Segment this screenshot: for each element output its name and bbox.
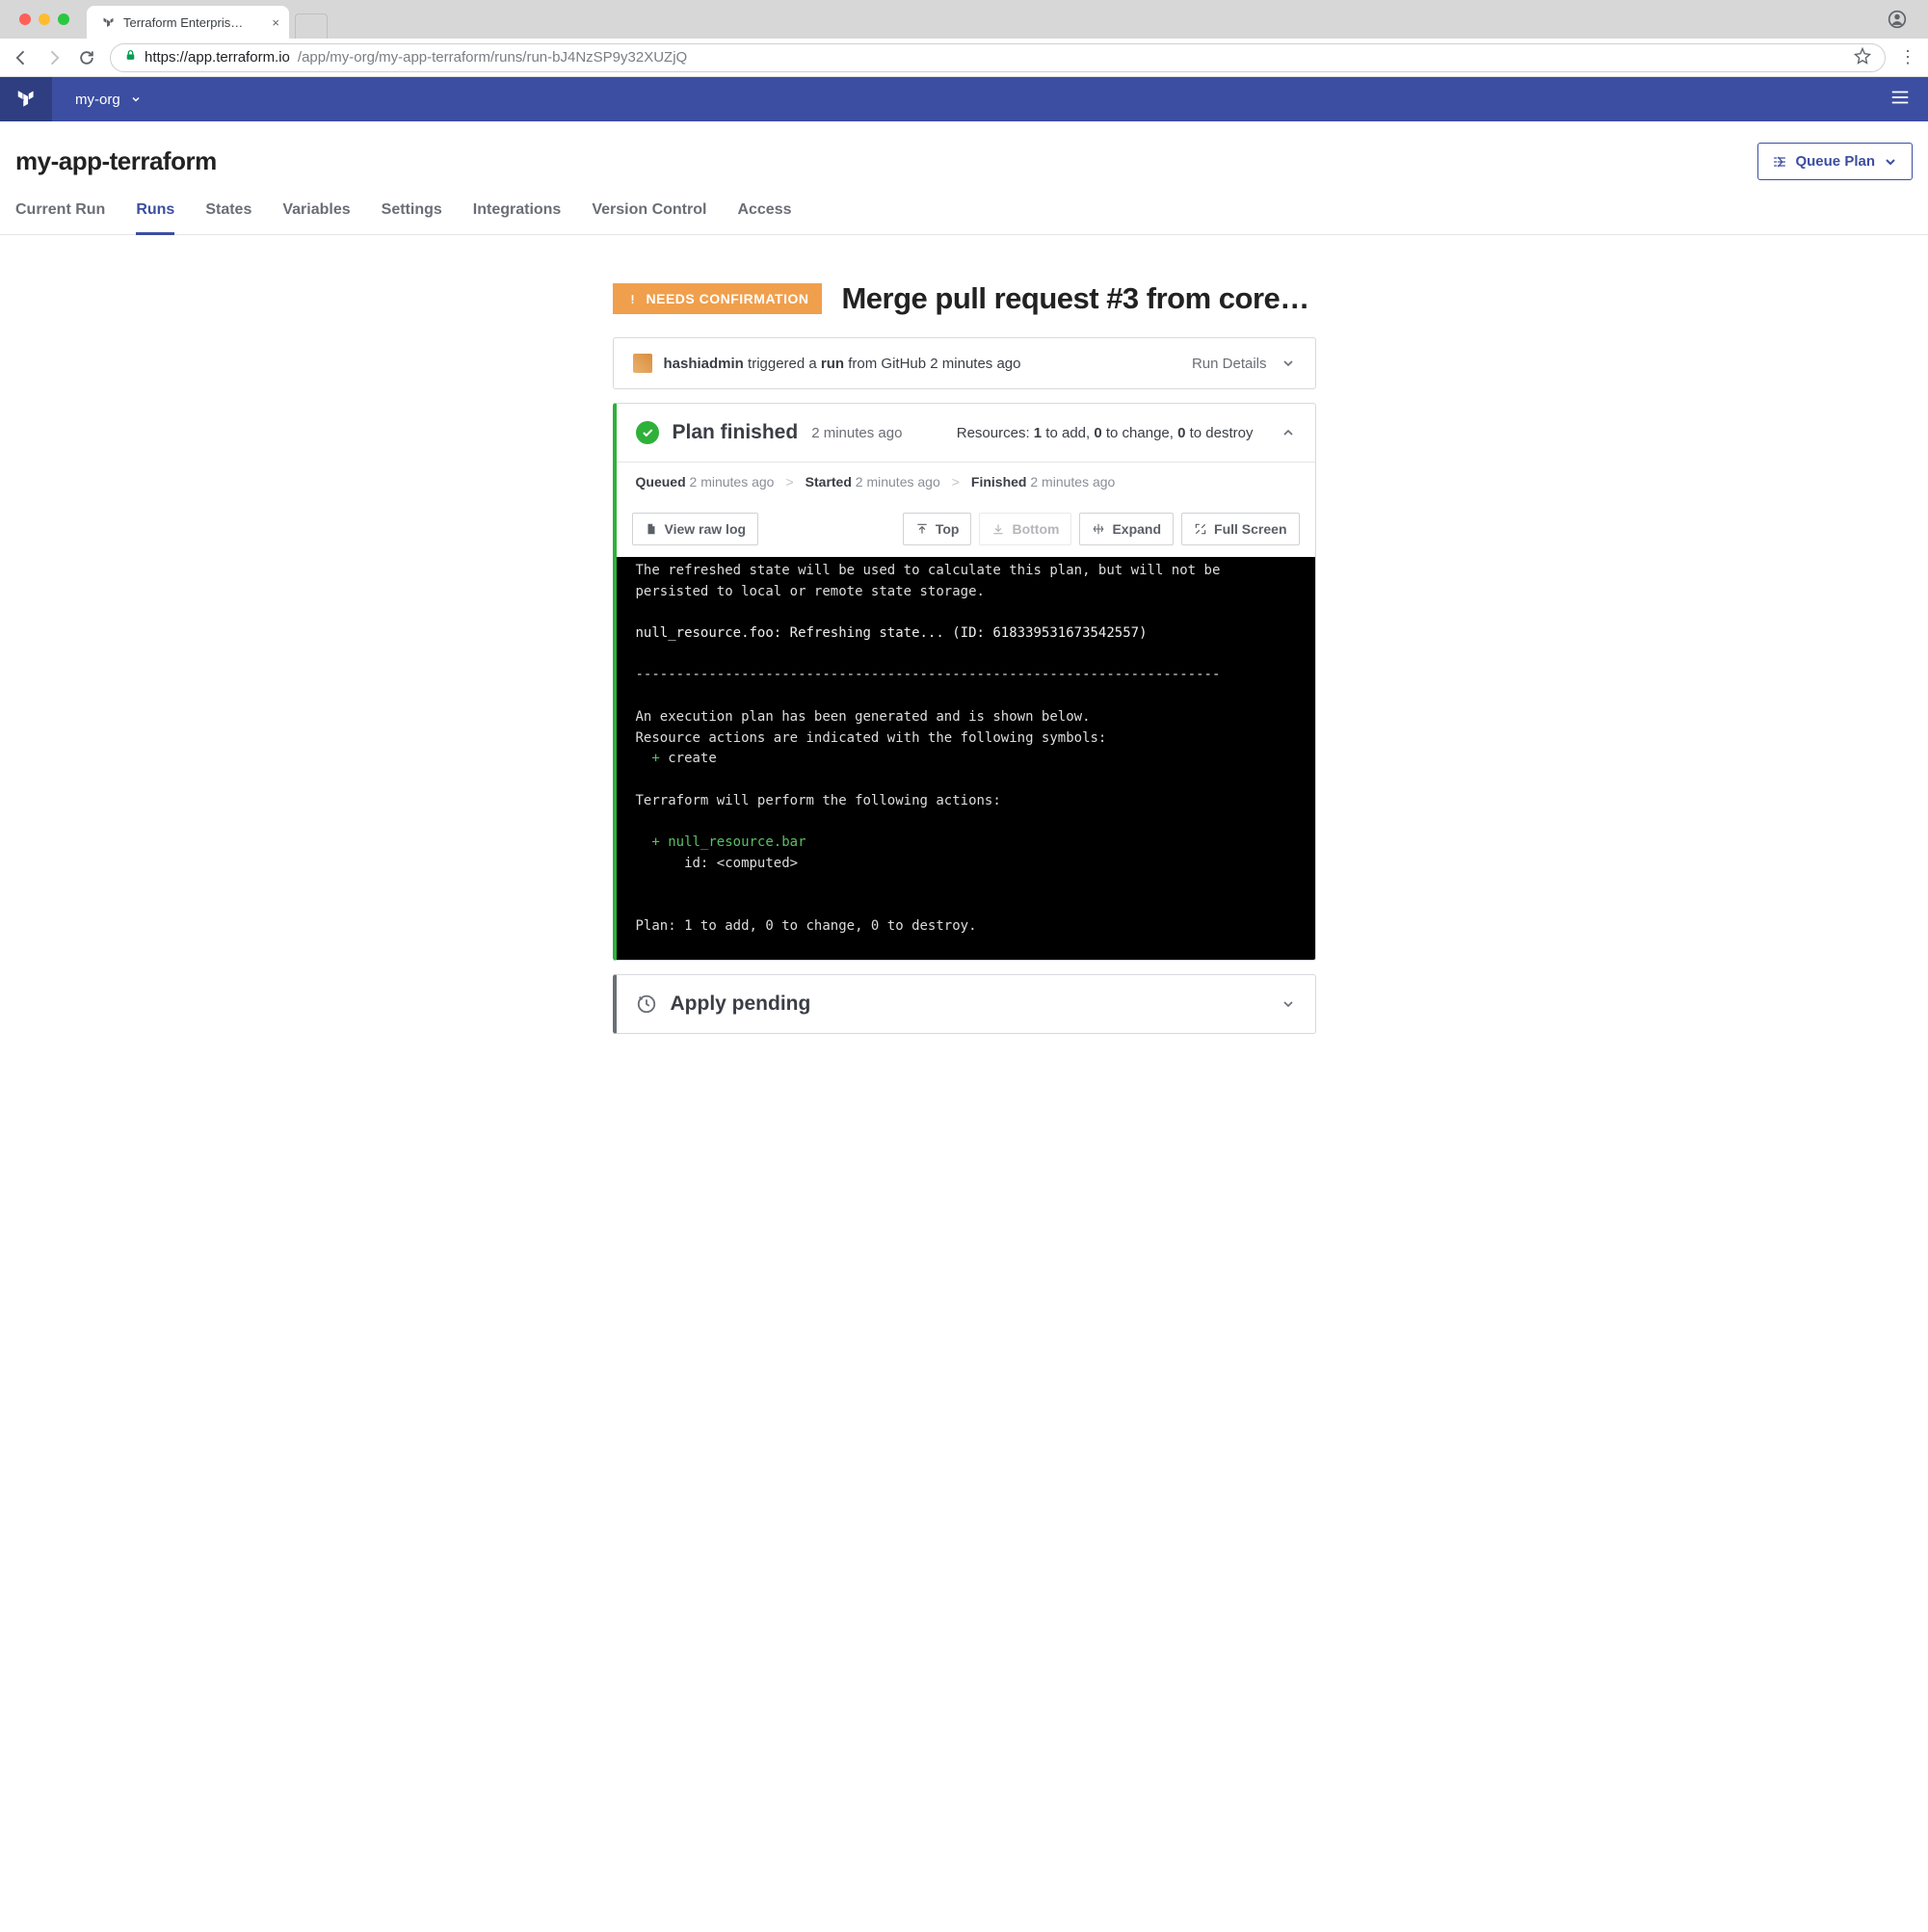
scroll-top-button[interactable]: Top <box>903 513 972 545</box>
plan-timeline: Queued 2 minutes ago > Started 2 minutes… <box>617 462 1315 501</box>
status-badge-label: NEEDS CONFIRMATION <box>647 291 809 306</box>
browser-tab-title: Terraform Enterprise | r <box>123 15 249 30</box>
file-icon <box>645 522 658 536</box>
org-switcher[interactable]: my-org <box>52 92 165 108</box>
run-header: NEEDS CONFIRMATION Merge pull request #3… <box>613 281 1316 316</box>
chevron-up-icon <box>1281 425 1296 440</box>
terminal-output: The refreshed state will be used to calc… <box>617 557 1315 960</box>
minimize-window-icon[interactable] <box>39 13 50 25</box>
apply-title: Apply pending <box>671 992 811 1016</box>
workspace-tabs: Current Run Runs States Variables Settin… <box>0 180 1928 235</box>
address-bar[interactable]: https://app.terraform.io/app/my-org/my-a… <box>110 43 1886 72</box>
browser-tab-bar: Terraform Enterprise | r × <box>0 0 1928 39</box>
tab-access[interactable]: Access <box>737 201 791 234</box>
log-toolbar: View raw log Top Bottom Expand Full Scre… <box>617 501 1315 557</box>
scroll-bottom-button[interactable]: Bottom <box>979 513 1071 545</box>
plan-resource-summary: Resources: 1 to add, 0 to change, 0 to d… <box>957 425 1254 441</box>
bookmark-star-icon[interactable] <box>1854 47 1871 68</box>
expand-button[interactable]: Expand <box>1079 513 1174 545</box>
browser-tab[interactable]: Terraform Enterprise | r × <box>87 6 289 39</box>
run-title: Merge pull request #3 from core-wor… <box>841 281 1315 316</box>
tab-runs[interactable]: Runs <box>136 201 174 235</box>
browser-menu-icon[interactable]: ⋮ <box>1899 47 1916 67</box>
pending-icon <box>636 993 657 1015</box>
chevron-down-icon <box>130 93 142 105</box>
browser-toolbar: https://app.terraform.io/app/my-org/my-a… <box>0 39 1928 77</box>
tab-version-control[interactable]: Version Control <box>592 201 706 234</box>
reload-button[interactable] <box>77 48 96 67</box>
tab-variables[interactable]: Variables <box>282 201 350 234</box>
url-path: /app/my-org/my-app-terraform/runs/run-bJ… <box>298 49 687 66</box>
status-badge: NEEDS CONFIRMATION <box>613 283 823 314</box>
org-name: my-org <box>75 92 120 108</box>
plan-title: Plan finished <box>673 421 799 444</box>
maximize-window-icon[interactable] <box>58 13 69 25</box>
tab-integrations[interactable]: Integrations <box>473 201 562 234</box>
chevron-down-icon <box>1281 356 1296 371</box>
close-window-icon[interactable] <box>19 13 31 25</box>
run-details-label: Run Details <box>1192 356 1267 372</box>
main-content: NEEDS CONFIRMATION Merge pull request #3… <box>613 235 1316 1072</box>
fullscreen-icon <box>1194 522 1207 536</box>
tab-states[interactable]: States <box>205 201 251 234</box>
fullscreen-button[interactable]: Full Screen <box>1181 513 1299 545</box>
terraform-logo-icon[interactable] <box>0 77 52 121</box>
terraform-favicon-icon <box>100 14 116 30</box>
apply-card[interactable]: Apply pending <box>613 974 1316 1034</box>
alert-icon <box>626 293 639 305</box>
plan-header[interactable]: Plan finished 2 minutes ago Resources: 1… <box>617 404 1315 462</box>
lock-icon <box>124 49 137 66</box>
chevron-down-icon <box>1281 996 1296 1012</box>
view-raw-log-button[interactable]: View raw log <box>632 513 759 545</box>
arrow-down-icon <box>991 522 1005 536</box>
browser-chrome: Terraform Enterprise | r × https://app.t… <box>0 0 1928 77</box>
plan-card: Plan finished 2 minutes ago Resources: 1… <box>613 403 1316 961</box>
chevron-down-icon <box>1883 154 1898 170</box>
expand-icon <box>1092 522 1105 536</box>
tab-current-run[interactable]: Current Run <box>15 201 105 234</box>
forward-button <box>44 48 64 67</box>
trigger-card: hashiadmin triggered a run from GitHub 2… <box>613 337 1316 389</box>
queue-plan-button[interactable]: Queue Plan <box>1757 143 1913 180</box>
workspace-header: my-app-terraform Queue Plan <box>0 121 1928 180</box>
menu-button[interactable] <box>1889 87 1911 113</box>
url-host: https://app.terraform.io <box>145 49 290 66</box>
arrow-up-icon <box>915 522 929 536</box>
trigger-text: hashiadmin triggered a run from GitHub 2… <box>664 356 1021 372</box>
profile-avatar-icon[interactable] <box>1888 10 1907 29</box>
queue-plan-label: Queue Plan <box>1795 153 1875 170</box>
user-avatar <box>633 354 652 373</box>
back-button[interactable] <box>12 48 31 67</box>
tab-settings[interactable]: Settings <box>382 201 442 234</box>
workspace-name: my-app-terraform <box>15 146 217 176</box>
window-controls <box>8 13 81 25</box>
new-tab-button[interactable] <box>295 13 328 39</box>
queue-icon <box>1772 154 1787 170</box>
check-circle-icon <box>636 421 659 444</box>
run-details-toggle[interactable]: Run Details <box>1192 356 1296 372</box>
app-header: my-org <box>0 77 1928 121</box>
plan-time: 2 minutes ago <box>811 425 902 441</box>
close-tab-icon[interactable]: × <box>272 15 279 30</box>
